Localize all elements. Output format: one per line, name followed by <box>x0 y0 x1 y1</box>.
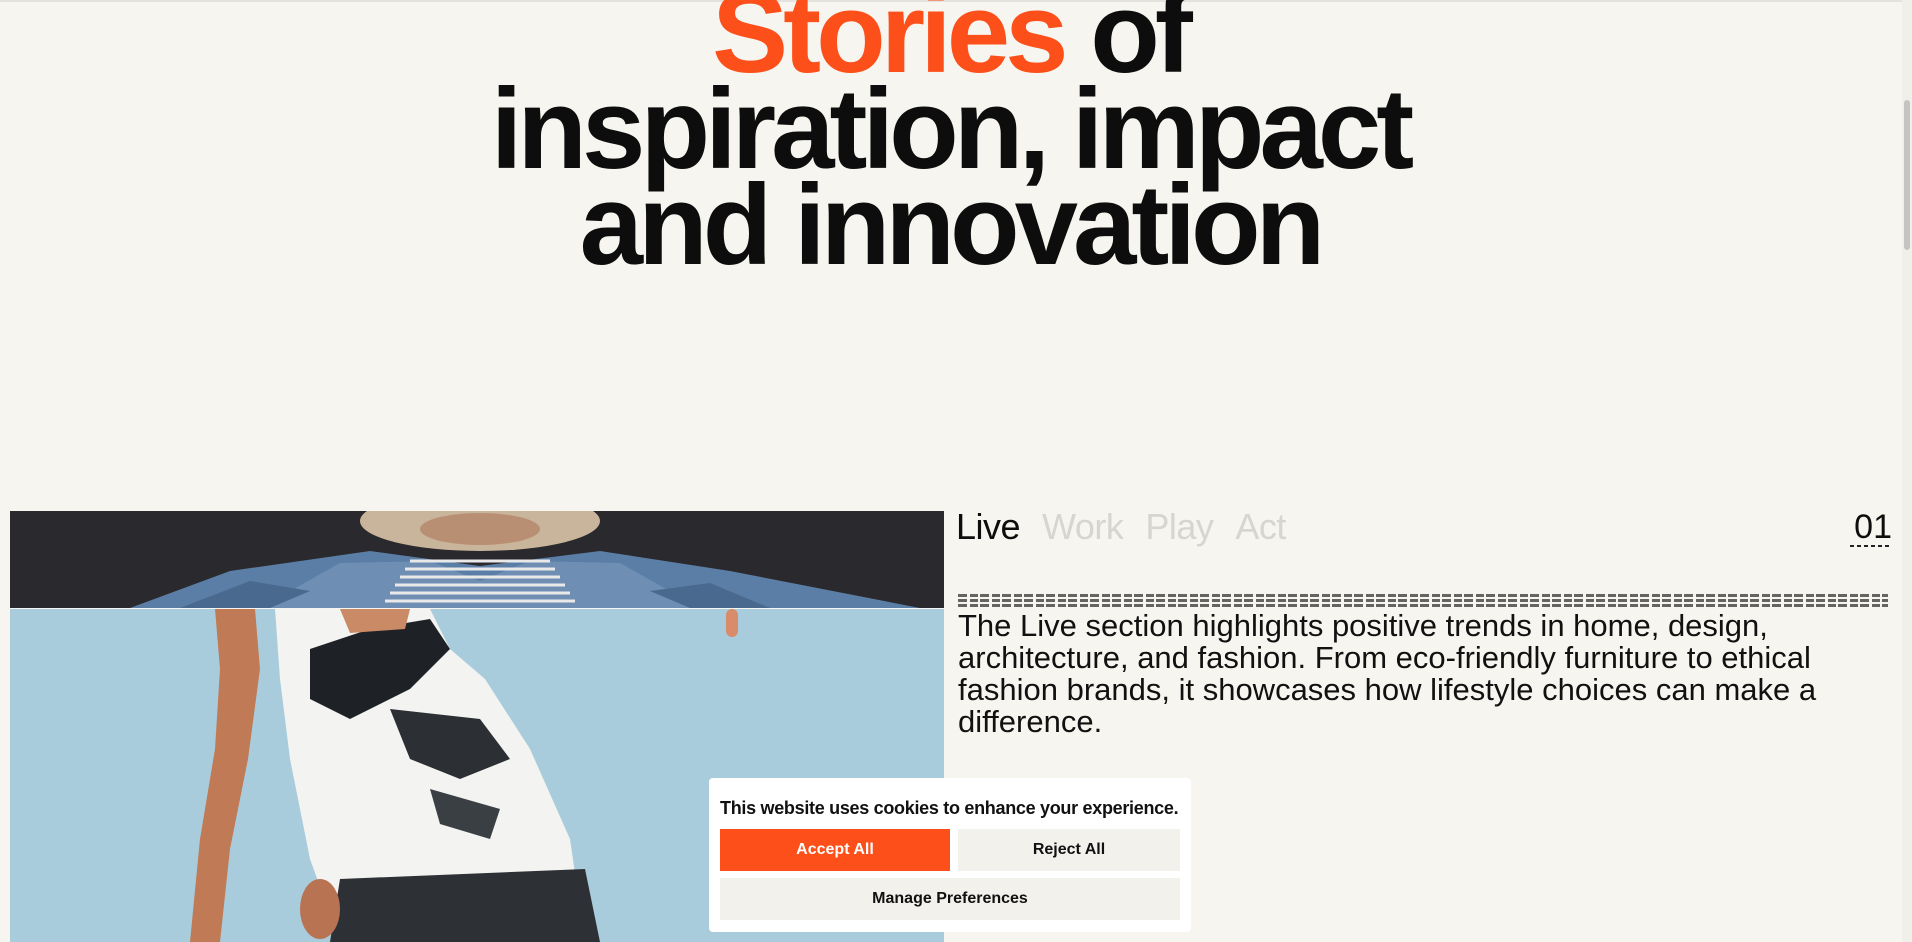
tab-act[interactable]: Act <box>1235 503 1286 551</box>
hero-line-3: and innovation <box>579 162 1326 289</box>
cookie-message: This website uses cookies to enhance you… <box>720 798 1179 818</box>
category-tabs: Live Work Play Act <box>956 503 1286 551</box>
tab-work[interactable]: Work <box>1042 503 1124 551</box>
section-description: The Live section highlights positive tre… <box>958 608 1817 739</box>
scrollbar-thumb[interactable] <box>1904 100 1910 250</box>
counter-underline <box>1850 545 1890 547</box>
page: Stories of inspiration, impact and innov… <box>0 0 1912 942</box>
tab-live[interactable]: Live <box>956 503 1021 551</box>
hero-headline: Stories of inspiration, impact and innov… <box>0 0 1900 289</box>
tab-play[interactable]: Play <box>1145 503 1214 551</box>
section-counter: 01 <box>1854 508 1892 546</box>
story-image-top-slice <box>10 511 944 608</box>
reject-all-button[interactable]: Reject All <box>958 829 1180 871</box>
manage-preferences-button[interactable]: Manage Preferences <box>720 878 1180 920</box>
cookie-button-row: Accept All Reject All <box>720 829 1180 871</box>
description-transition-artifact <box>958 594 1888 608</box>
accept-all-button[interactable]: Accept All <box>720 829 950 871</box>
cookie-banner: This website uses cookies to enhance you… <box>709 778 1191 932</box>
vertical-scrollbar[interactable] <box>1902 0 1912 942</box>
denim-jacket-photo <box>10 511 944 608</box>
